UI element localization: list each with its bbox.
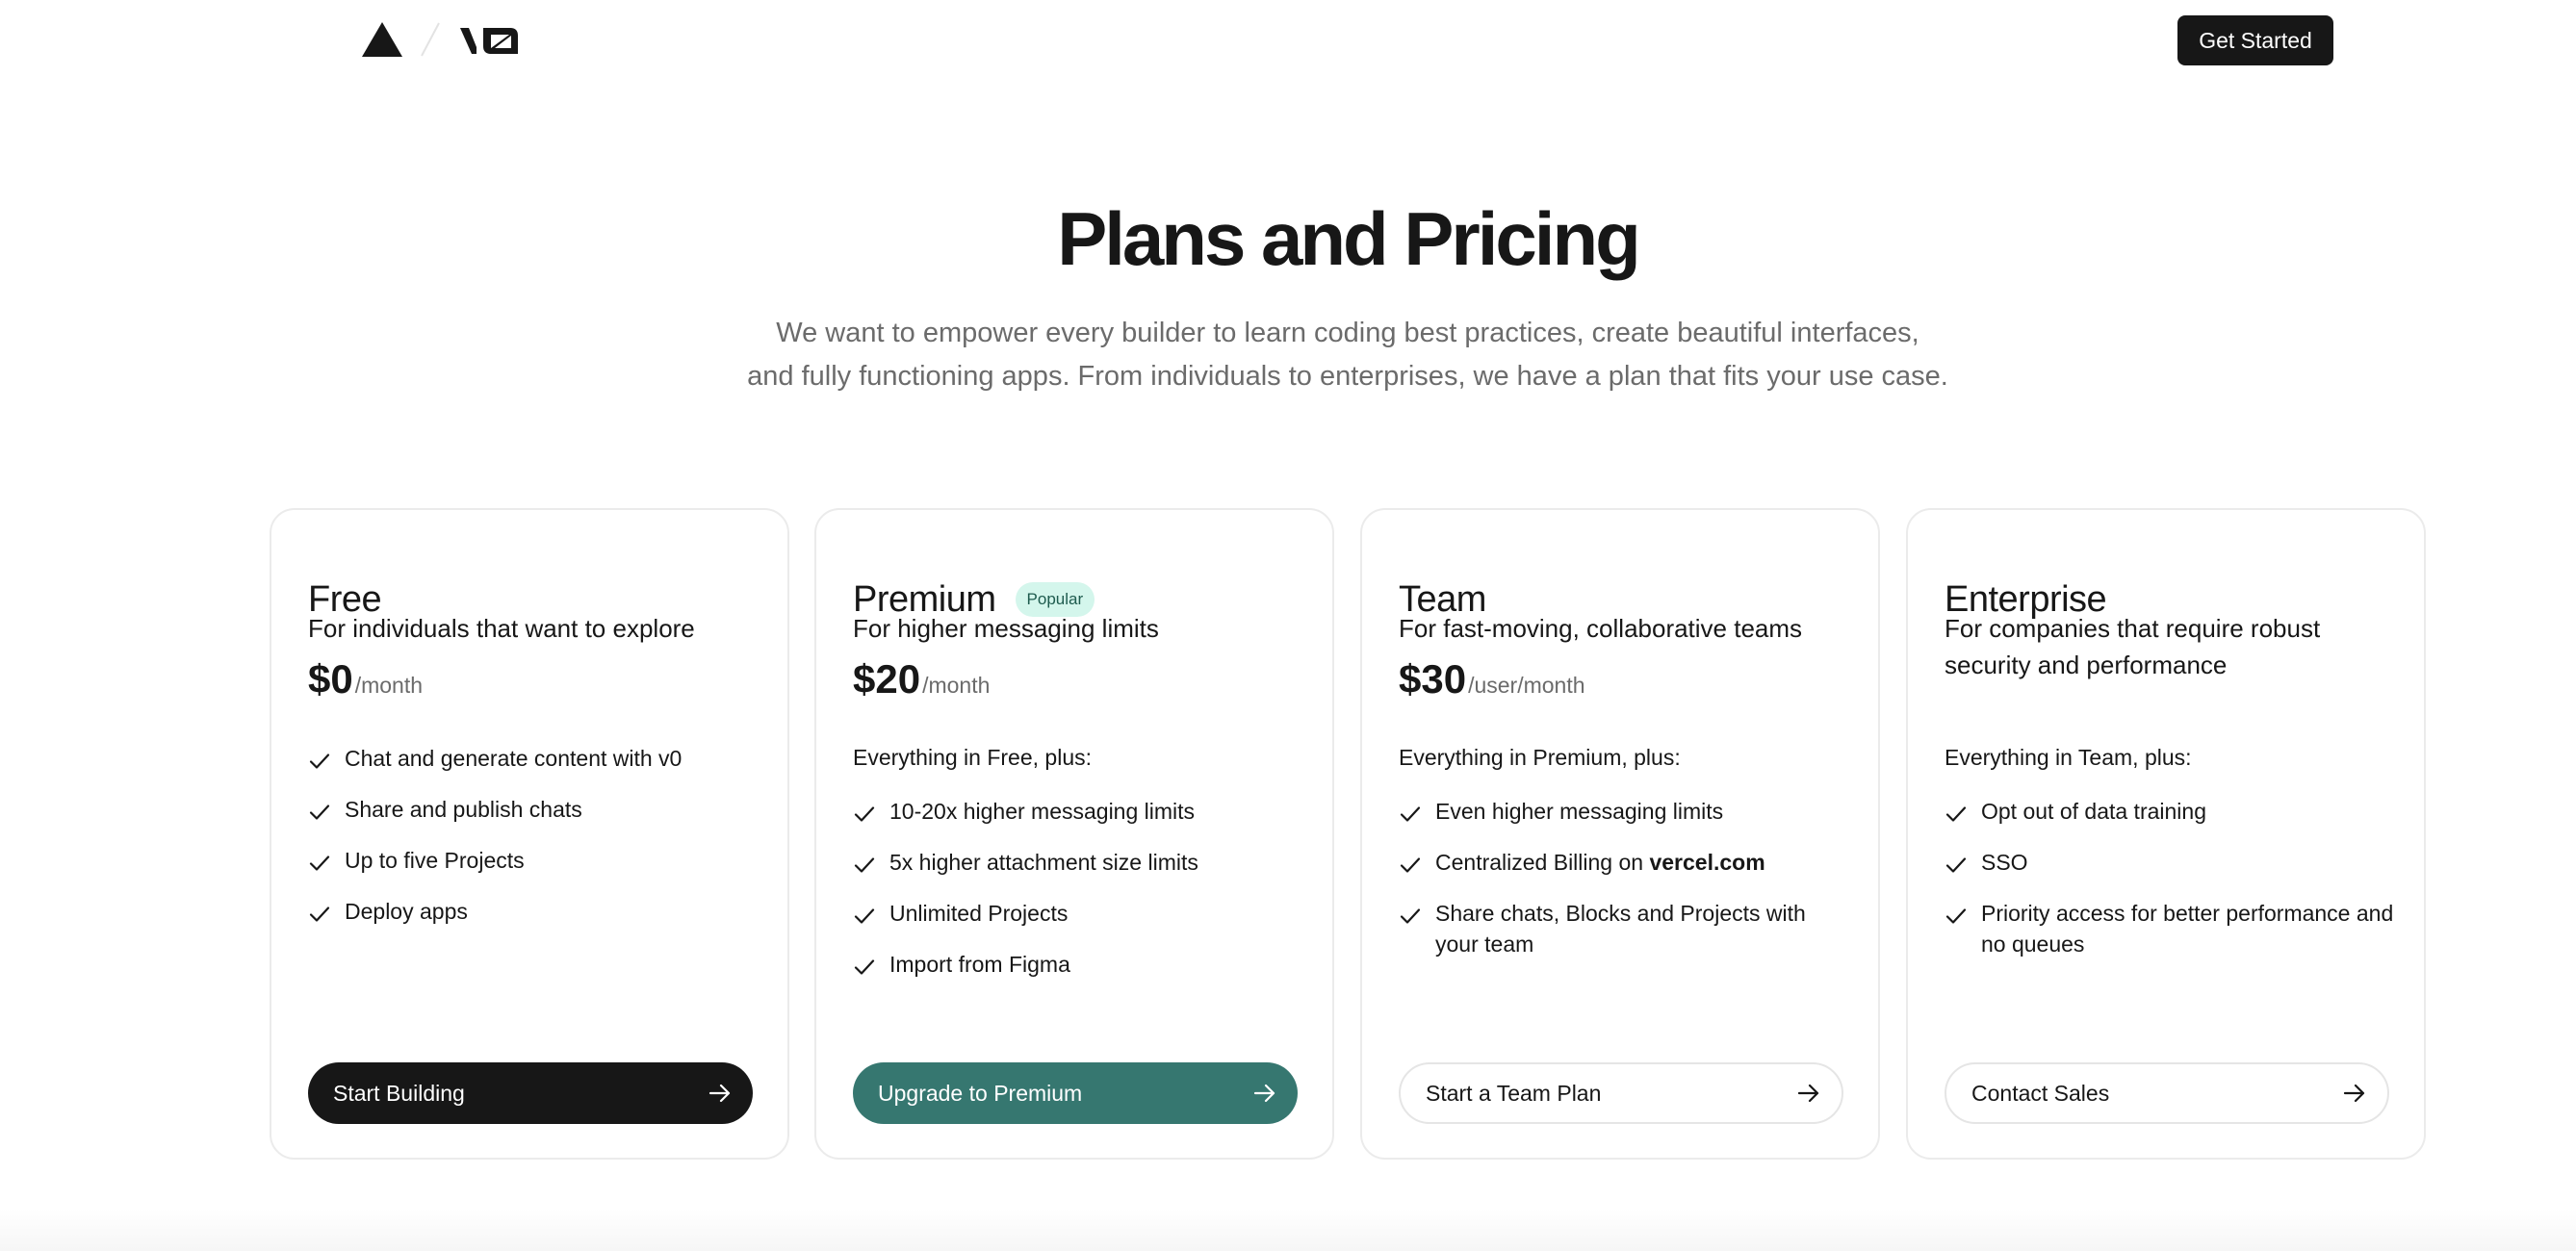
- plan-description: For companies that require robust securi…: [1945, 614, 2321, 679]
- check-icon: [309, 753, 330, 769]
- features-intro: Everything in Team, plus:: [1945, 745, 2192, 770]
- feature-text: Share and publish chats: [345, 797, 582, 822]
- feature-item: Opt out of data training: [1945, 796, 2397, 827]
- feature-list: Chat and generate content with v0 Share …: [308, 743, 760, 947]
- feature-item: Deploy apps: [308, 896, 760, 927]
- feature-item: Share chats, Blocks and Projects with yo…: [1399, 898, 1851, 959]
- feature-text: Up to five Projects: [345, 848, 525, 873]
- features-intro: Everything in Premium, plus:: [1399, 745, 1681, 770]
- pricing-cards: Free For individuals that want to explor…: [270, 508, 2426, 1160]
- check-icon: [1400, 806, 1421, 822]
- price-unit: /month: [354, 673, 424, 698]
- feature-text: Unlimited Projects: [889, 901, 1069, 926]
- top-nav: Get Started: [0, 0, 2576, 79]
- arrow-right-icon: [2343, 1084, 2365, 1103]
- plan-card-premium: Premium Popular For higher messaging lim…: [814, 508, 1334, 1160]
- feature-text: 10-20x higher messaging limits: [889, 799, 1196, 824]
- page-title: Plans and Pricing: [1057, 196, 1641, 281]
- start-building-button[interactable]: Start Building: [308, 1062, 753, 1124]
- feature-text: SSO: [1981, 850, 2028, 875]
- bottom-section-edge: [0, 1209, 2576, 1251]
- feature-item: 10-20x higher messaging limits: [853, 796, 1305, 827]
- plan-description: For fast-moving, collaborative teams: [1399, 614, 1803, 643]
- feature-item: SSO: [1945, 847, 2397, 878]
- subtitle-line-2: and fully functioning apps. From individ…: [747, 361, 1948, 392]
- feature-text: Import from Figma: [889, 952, 1070, 977]
- feature-text: 5x higher attachment size limits: [889, 850, 1198, 875]
- feature-item: Share and publish chats: [308, 794, 760, 825]
- check-icon: [309, 906, 330, 922]
- cta-label: Contact Sales: [1971, 1080, 2110, 1106]
- feature-item: 5x higher attachment size limits: [853, 847, 1305, 878]
- feature-text: Deploy apps: [345, 899, 468, 924]
- price-amount: $30: [1399, 656, 1467, 702]
- feature-text-prefix: Centralized Billing on: [1435, 850, 1644, 875]
- feature-item: Chat and generate content with v0: [308, 743, 760, 774]
- price-amount: $0: [308, 656, 353, 702]
- arrow-right-icon: [708, 1084, 731, 1103]
- check-icon: [1945, 908, 1967, 924]
- upgrade-to-premium-button[interactable]: Upgrade to Premium: [853, 1062, 1298, 1124]
- plan-card-free: Free For individuals that want to explor…: [270, 508, 789, 1160]
- feature-text: Opt out of data training: [1981, 799, 2206, 824]
- features-intro: Everything in Free, plus:: [853, 745, 1093, 770]
- get-started-button[interactable]: Get Started: [2177, 15, 2333, 65]
- feature-list: Even higher messaging limits Centralized…: [1399, 796, 1851, 980]
- cta-label: Upgrade to Premium: [878, 1080, 1083, 1106]
- feature-item: Centralized Billing on vercel.com: [1399, 847, 1851, 878]
- plan-card-team: Team For fast-moving, collaborative team…: [1360, 508, 1880, 1160]
- slash-divider-icon: [421, 22, 440, 57]
- v0-logo-icon[interactable]: [458, 22, 522, 57]
- check-icon: [1400, 857, 1421, 873]
- check-icon: [854, 908, 875, 924]
- arrow-right-icon: [1253, 1084, 1275, 1103]
- feature-text: Even higher messaging limits: [1435, 799, 1724, 824]
- feature-item: Import from Figma: [853, 949, 1305, 980]
- cta-label: Start Building: [333, 1080, 465, 1106]
- arrow-right-icon: [1797, 1084, 1819, 1103]
- feature-text: Priority access for better performance a…: [1981, 901, 2394, 957]
- plan-price: $20 /month: [853, 656, 990, 702]
- start-team-plan-button[interactable]: Start a Team Plan: [1399, 1062, 1843, 1124]
- plan-card-enterprise: Enterprise For companies that require ro…: [1906, 508, 2426, 1160]
- check-icon: [309, 804, 330, 820]
- plan-description: For individuals that want to explore: [308, 614, 695, 643]
- check-icon: [1945, 857, 1967, 873]
- feature-item: Up to five Projects: [308, 845, 760, 876]
- feature-item: Unlimited Projects: [853, 898, 1305, 929]
- feature-list: Opt out of data training SSO Priority ac…: [1945, 796, 2397, 980]
- cta-label: Start a Team Plan: [1426, 1080, 1602, 1106]
- feature-list: 10-20x higher messaging limits 5x higher…: [853, 796, 1305, 1000]
- check-icon: [1400, 908, 1421, 924]
- check-icon: [854, 857, 875, 873]
- feature-item: Priority access for better performance a…: [1945, 898, 2397, 959]
- price-unit: /user/month: [1468, 673, 1585, 698]
- feature-text: Centralized Billing on vercel.com: [1435, 847, 1765, 878]
- brand-logos: [362, 19, 522, 60]
- check-icon: [854, 806, 875, 822]
- plan-price: $30 /user/month: [1399, 656, 1585, 702]
- check-icon: [854, 959, 875, 975]
- subtitle-line-1: We want to empower every builder to lear…: [776, 318, 1919, 348]
- check-icon: [309, 855, 330, 871]
- feature-item: Even higher messaging limits: [1399, 796, 1851, 827]
- vercel-triangle-icon[interactable]: [362, 22, 402, 57]
- plan-price: $0 /month: [308, 656, 423, 702]
- feature-text: Chat and generate content with v0: [345, 746, 683, 771]
- feature-text: Share chats, Blocks and Projects with yo…: [1435, 901, 1806, 957]
- vercel-link[interactable]: vercel.com: [1649, 850, 1765, 875]
- price-unit: /month: [922, 673, 991, 698]
- check-icon: [1945, 806, 1967, 822]
- plan-description: For higher messaging limits: [853, 614, 1159, 643]
- contact-sales-button[interactable]: Contact Sales: [1945, 1062, 2389, 1124]
- price-amount: $20: [853, 656, 921, 702]
- page-subtitle: We want to empower every builder to lear…: [662, 312, 2033, 398]
